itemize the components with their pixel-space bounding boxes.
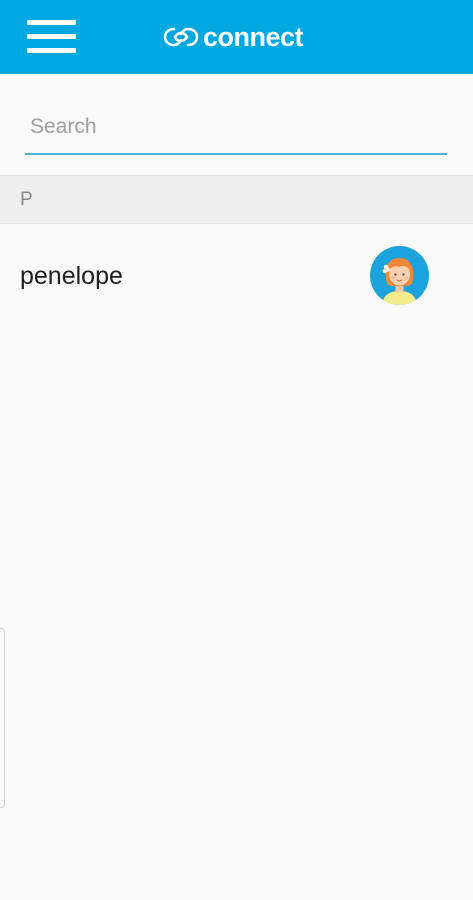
- app-title: connect: [203, 21, 304, 52]
- side-drawer-handle[interactable]: [0, 628, 5, 808]
- menu-line: [27, 20, 76, 25]
- contact-name: penelope: [20, 262, 123, 290]
- menu-line: [27, 48, 76, 53]
- brand-logo: connect: [163, 18, 304, 56]
- hamburger-menu-icon[interactable]: [27, 20, 76, 54]
- app-bar: connect: [0, 0, 473, 74]
- contact-row-penelope[interactable]: penelope: [0, 224, 473, 330]
- girl-avatar-icon: [370, 246, 429, 305]
- section-header: P: [0, 175, 473, 224]
- contacts-screen: connect P penelope: [0, 0, 473, 900]
- infinity-link-icon: [163, 27, 199, 47]
- menu-line: [27, 34, 76, 39]
- search-input[interactable]: [25, 104, 447, 155]
- section-letter: P: [20, 189, 33, 210]
- search-box: [25, 104, 447, 155]
